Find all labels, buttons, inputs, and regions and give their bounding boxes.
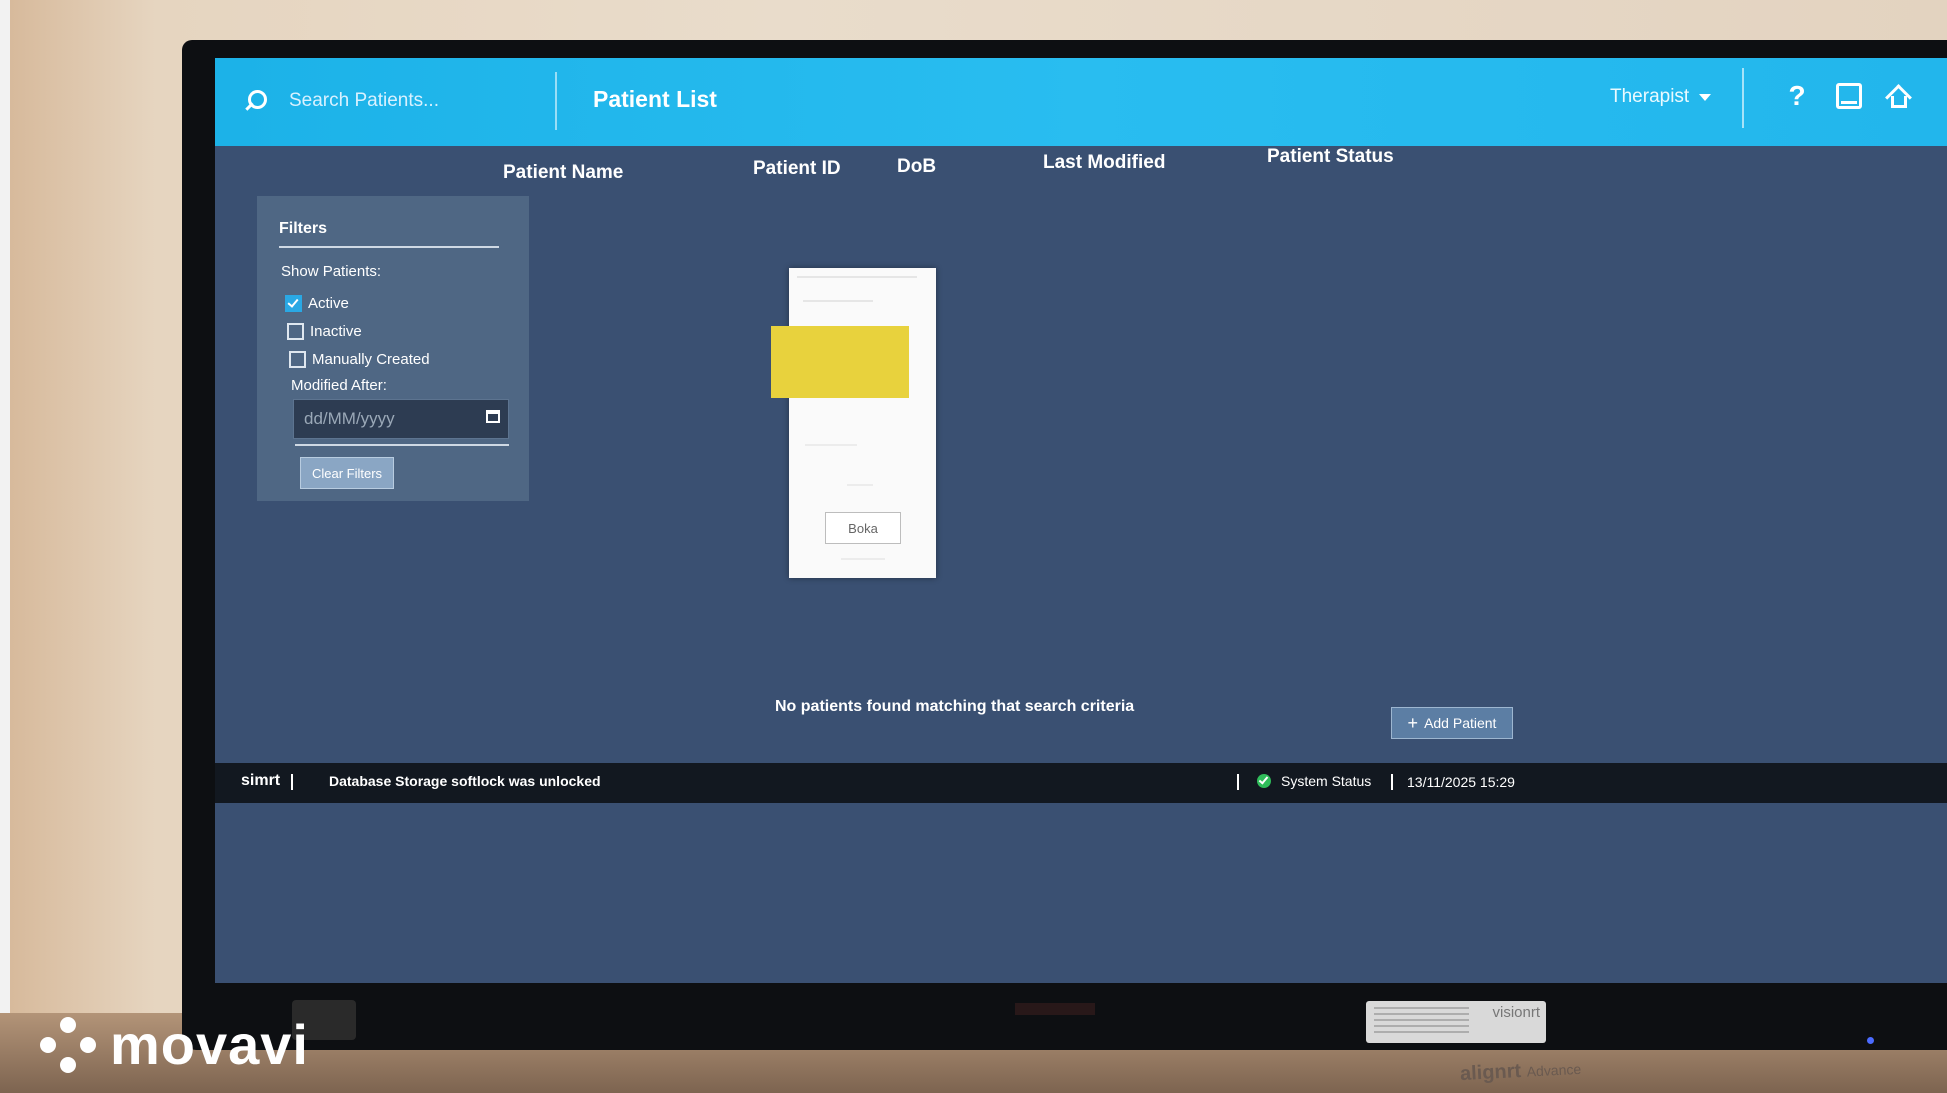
- add-patient-button[interactable]: + Add Patient: [1391, 707, 1513, 739]
- help-icon[interactable]: ?: [1777, 76, 1817, 116]
- divider: [1237, 774, 1239, 790]
- hardware-sticker: visionrt: [1366, 1001, 1546, 1043]
- top-bar: Patient List Therapist ?: [215, 58, 1947, 146]
- overlay-card: Boka: [789, 268, 936, 578]
- movavi-logo-icon: [40, 1016, 96, 1073]
- modified-after-label: Modified After:: [291, 377, 387, 394]
- column-header-last-modified[interactable]: Last Modified: [1043, 152, 1165, 174]
- manual-button[interactable]: [1829, 76, 1869, 116]
- watermark: movavi: [40, 1012, 309, 1077]
- filter-manually-created[interactable]: Manually Created: [289, 351, 430, 368]
- search-input[interactable]: [287, 89, 551, 113]
- frame-edge: [0, 0, 10, 1093]
- filter-manually-created-label: Manually Created: [312, 351, 430, 368]
- alignrt-sub: Advance: [1526, 1060, 1582, 1080]
- calendar-icon[interactable]: [486, 410, 500, 423]
- status-bar: simrt Database Storage softlock was unlo…: [215, 763, 1947, 803]
- brand-logo: simrt: [241, 772, 281, 789]
- filter-inactive-label: Inactive: [310, 323, 362, 340]
- clear-filters-button[interactable]: Clear Filters: [300, 457, 394, 489]
- filter-active[interactable]: Active: [285, 295, 349, 312]
- app-screen: Patient List Therapist ? Patient Name Pa…: [215, 58, 1947, 983]
- power-led: [1867, 1037, 1874, 1044]
- search-icon: [243, 89, 267, 113]
- datetime: 13/11/2025 15:29: [1407, 774, 1515, 790]
- divider: [1391, 774, 1393, 790]
- system-status[interactable]: System Status: [1281, 773, 1371, 789]
- checkbox-unchecked[interactable]: [287, 323, 304, 340]
- book-icon: [1836, 83, 1862, 109]
- boka-button[interactable]: Boka: [825, 512, 901, 544]
- add-patient-label: Add Patient: [1424, 715, 1497, 731]
- empty-state-message: No patients found matching that search c…: [775, 698, 1135, 715]
- redaction-block: [771, 326, 909, 398]
- search-box[interactable]: [243, 76, 573, 126]
- divider: [279, 246, 499, 248]
- faint-line: [841, 558, 885, 560]
- column-header-patient-id[interactable]: Patient ID: [753, 158, 841, 180]
- filter-inactive[interactable]: Inactive: [287, 323, 362, 340]
- role-label: Therapist: [1610, 86, 1690, 107]
- check-circle-icon: [1257, 774, 1271, 788]
- column-header-dob[interactable]: DoB: [897, 156, 936, 178]
- home-button[interactable]: [1879, 76, 1919, 116]
- alignrt-name: alignrt: [1459, 1059, 1522, 1086]
- filters-panel: Filters Show Patients: Active Inactive M…: [257, 196, 529, 501]
- column-header-patient-status[interactable]: Patient Status: [1267, 146, 1394, 168]
- filter-active-label: Active: [308, 295, 349, 312]
- sticker-brand: visionrt: [1492, 1004, 1540, 1021]
- faint-line: [805, 444, 857, 446]
- faint-line: [847, 484, 873, 486]
- faint-line: [797, 276, 917, 278]
- watermark-text: movavi: [110, 1013, 309, 1076]
- monitor-logo: [1015, 1003, 1095, 1015]
- faint-line: [803, 300, 873, 302]
- plus-icon: +: [1407, 713, 1419, 733]
- checkbox-unchecked[interactable]: [289, 351, 306, 368]
- checkbox-checked[interactable]: [285, 295, 302, 312]
- sticker-text: [1374, 1007, 1469, 1037]
- divider: [295, 444, 509, 446]
- modified-after-date-field[interactable]: [293, 399, 509, 439]
- role-dropdown[interactable]: Therapist: [1610, 86, 1712, 108]
- column-header-patient-name[interactable]: Patient Name: [503, 162, 623, 184]
- filters-title: Filters: [279, 220, 328, 237]
- page-title: Patient List: [593, 86, 717, 112]
- divider: [1742, 68, 1744, 128]
- home-icon: [1885, 84, 1912, 111]
- chevron-down-icon: [1699, 93, 1712, 101]
- date-input[interactable]: [294, 408, 476, 430]
- divider: [291, 774, 293, 790]
- divider: [555, 72, 557, 130]
- show-patients-label: Show Patients:: [281, 263, 382, 280]
- status-message: Database Storage softlock was unlocked: [329, 773, 601, 789]
